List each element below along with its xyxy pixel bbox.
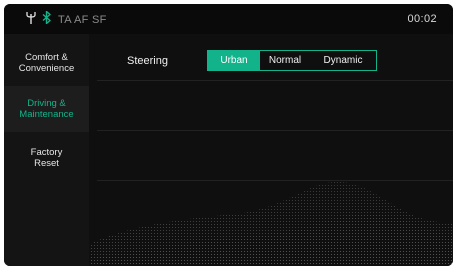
row-divider [97, 180, 453, 181]
steering-option-normal[interactable]: Normal [260, 51, 310, 70]
sidebar-item-label-line2: Reset [34, 158, 59, 169]
steering-mode-selector: Urban Normal Dynamic [207, 50, 377, 71]
sidebar-item-label-line1: Driving & [27, 98, 66, 109]
row-divider [97, 80, 453, 81]
bluetooth-icon [42, 10, 52, 29]
clock: 00:02 [407, 13, 437, 25]
settings-panel: Steering Urban Normal Dynamic [89, 34, 453, 266]
steering-label: Steering [127, 55, 168, 67]
sidebar-item-label-line1: Comfort & [25, 52, 68, 63]
sidebar-item-label-line2: Maintenance [19, 109, 74, 120]
row-divider [97, 130, 453, 131]
radio-indicators: TA AF SF [58, 14, 107, 26]
infotainment-screen: TA AF SF 00:02 Comfort & Convenience Dri… [4, 4, 453, 266]
steering-option-dynamic[interactable]: Dynamic [310, 51, 376, 70]
sidebar-item-factory-reset[interactable]: Factory Reset [4, 144, 89, 180]
sidebar-item-comfort-convenience[interactable]: Comfort & Convenience [4, 49, 89, 85]
sidebar-item-label-line2: Convenience [18, 63, 75, 74]
steering-option-urban[interactable]: Urban [208, 51, 260, 70]
status-bar: TA AF SF 00:02 [4, 4, 453, 34]
sidebar: Comfort & Convenience Driving & Maintena… [4, 34, 89, 266]
sidebar-item-label-line1: Factory [30, 147, 63, 158]
sidebar-item-driving-maintenance[interactable]: Driving & Maintenance [4, 86, 89, 132]
status-indicators: TA AF SF [26, 10, 107, 29]
antenna-icon [26, 11, 36, 29]
